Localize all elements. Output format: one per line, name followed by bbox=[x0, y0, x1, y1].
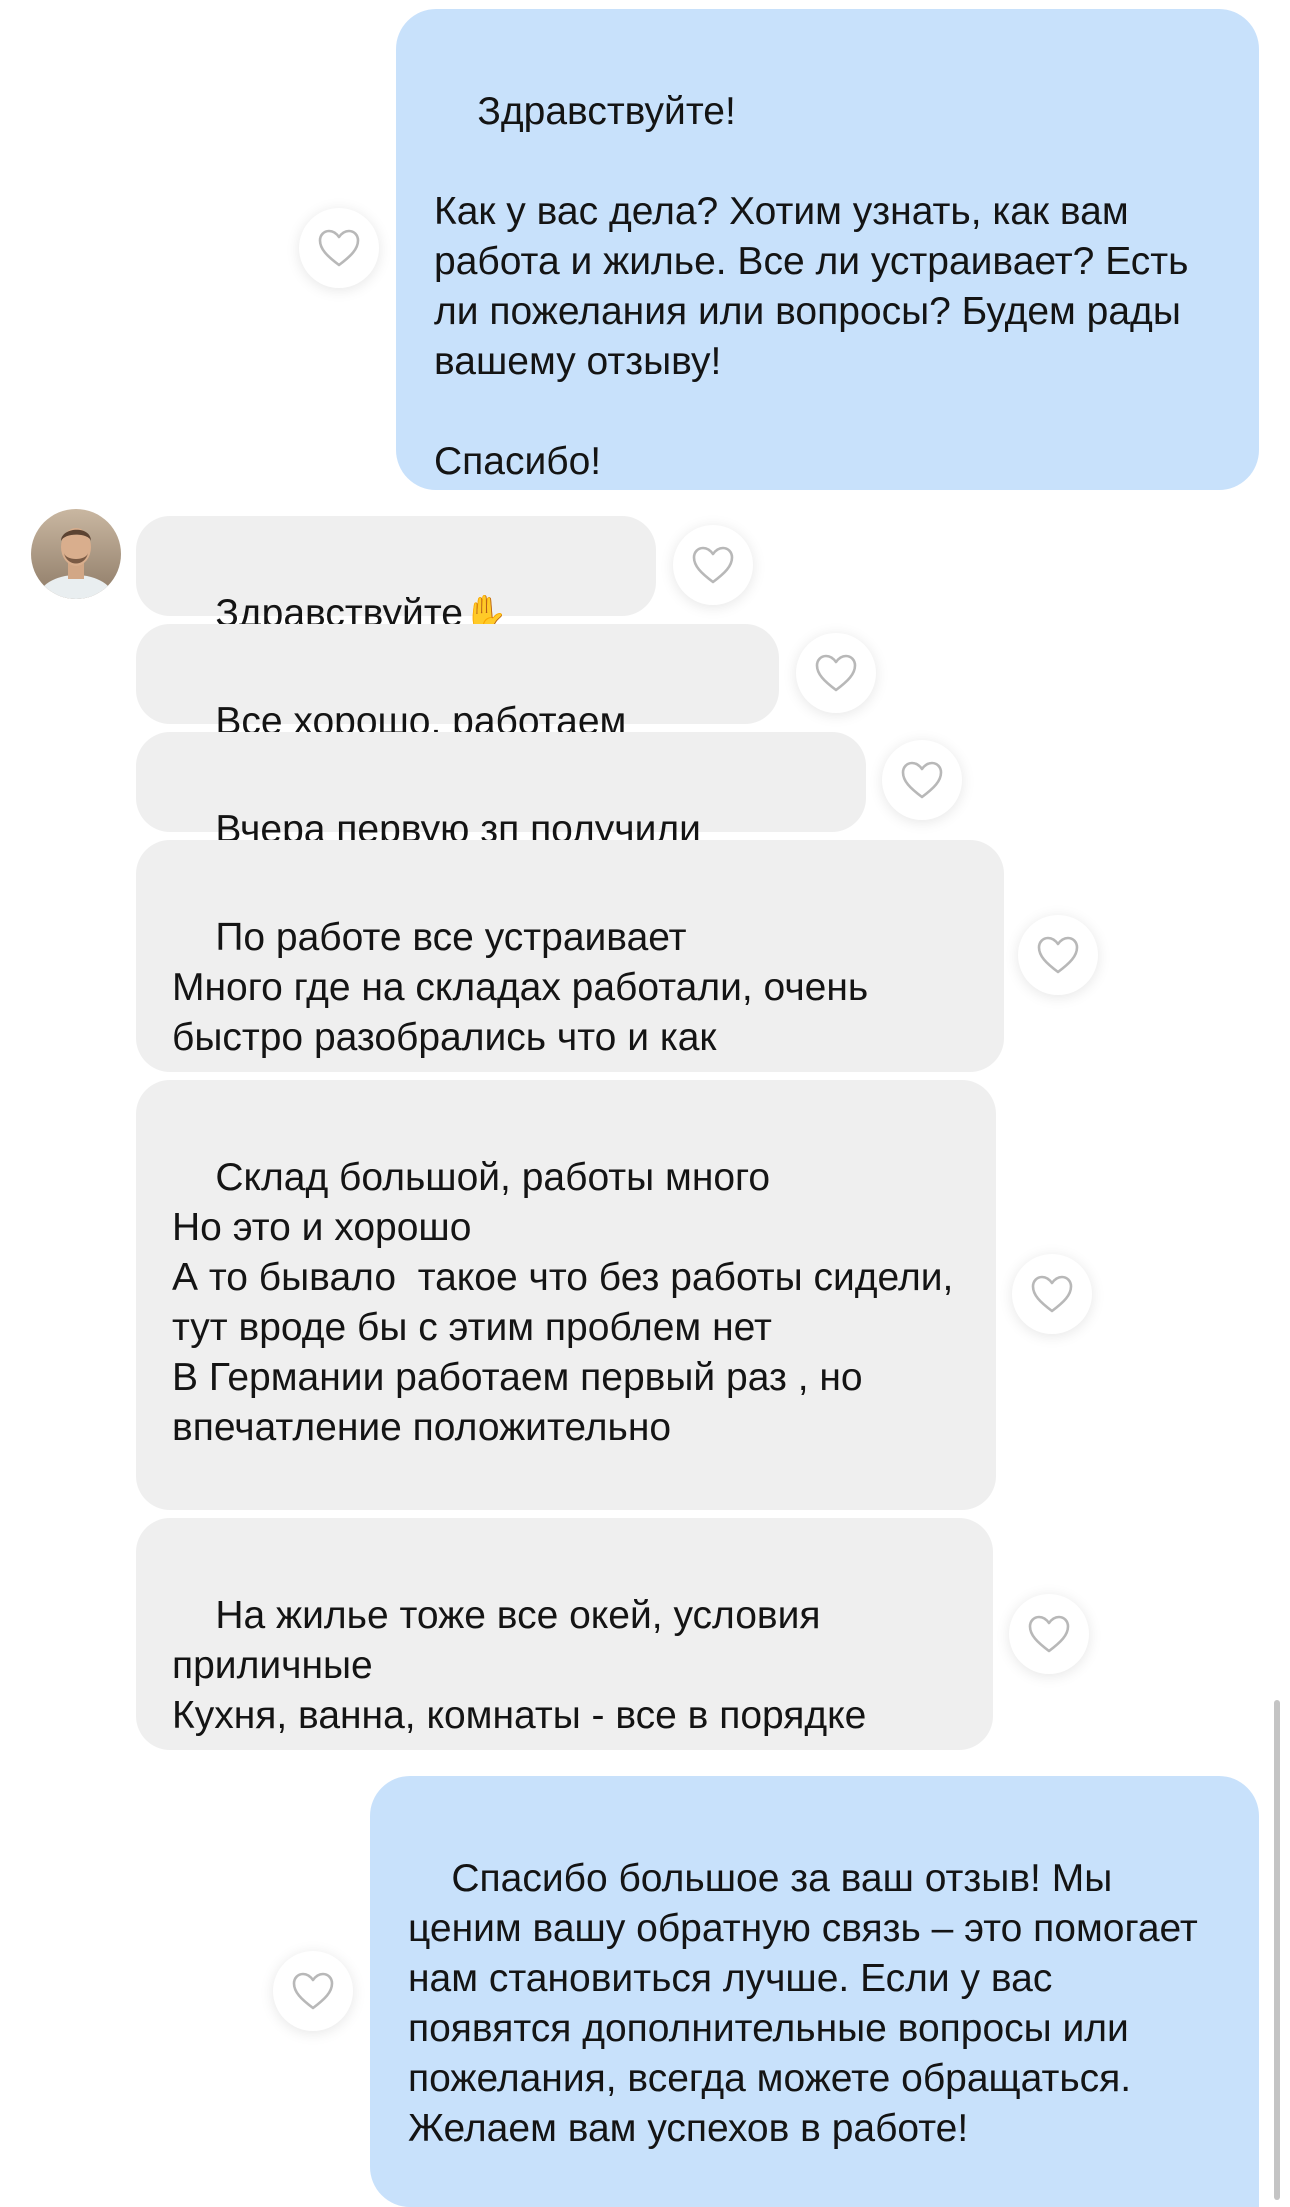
like-button[interactable] bbox=[1012, 1254, 1092, 1334]
outgoing-message-bubble[interactable]: Здравствуйте! Как у вас дела? Хотим узна… bbox=[396, 9, 1259, 490]
like-button[interactable] bbox=[273, 1951, 353, 2031]
heart-outline-icon bbox=[292, 1972, 334, 2010]
like-button[interactable] bbox=[796, 633, 876, 713]
heart-outline-icon bbox=[318, 229, 360, 267]
avatar-image bbox=[31, 509, 121, 599]
like-button[interactable] bbox=[1009, 1594, 1089, 1674]
message-text: По работе все устраивает Много где на ск… bbox=[172, 916, 869, 1059]
heart-outline-icon bbox=[1031, 1275, 1073, 1313]
like-button[interactable] bbox=[673, 525, 753, 605]
heart-outline-icon bbox=[1037, 936, 1079, 974]
incoming-message-bubble[interactable]: Склад большой, работы много Но это и хор… bbox=[136, 1080, 996, 1510]
incoming-message-bubble[interactable]: Вчера первую зп получили bbox=[136, 732, 866, 851]
outgoing-message-bubble[interactable]: Спасибо большое за ваш отзыв! Мы ценим в… bbox=[370, 1776, 1259, 2207]
message-text: Склад большой, работы много Но это и хор… bbox=[172, 1156, 954, 1449]
like-button[interactable] bbox=[299, 208, 379, 288]
message-text: Здравствуйте! Как у вас дела? Хотим узна… bbox=[434, 90, 1189, 483]
like-button[interactable] bbox=[1018, 915, 1098, 995]
message-text: На жилье тоже все окей, условия приличны… bbox=[172, 1594, 867, 1737]
incoming-message-bubble[interactable]: Все хорошо, работаем bbox=[136, 624, 779, 743]
incoming-message-bubble[interactable]: На жилье тоже все окей, условия приличны… bbox=[136, 1518, 993, 1750]
heart-outline-icon bbox=[1028, 1615, 1070, 1653]
heart-outline-icon bbox=[692, 546, 734, 584]
scrollbar[interactable] bbox=[1274, 1700, 1280, 2200]
heart-outline-icon bbox=[815, 654, 857, 692]
like-button[interactable] bbox=[882, 740, 962, 820]
chat-thread: Здравствуйте! Как у вас дела? Хотим узна… bbox=[0, 0, 1290, 2207]
incoming-message-bubble[interactable]: Здравствуйте✋ bbox=[136, 516, 656, 635]
incoming-message-bubble[interactable]: По работе все устраивает Много где на ск… bbox=[136, 840, 1004, 1072]
heart-outline-icon bbox=[901, 761, 943, 799]
contact-avatar[interactable] bbox=[31, 509, 121, 599]
message-text: Спасибо большое за ваш отзыв! Мы ценим в… bbox=[408, 1857, 1209, 2150]
